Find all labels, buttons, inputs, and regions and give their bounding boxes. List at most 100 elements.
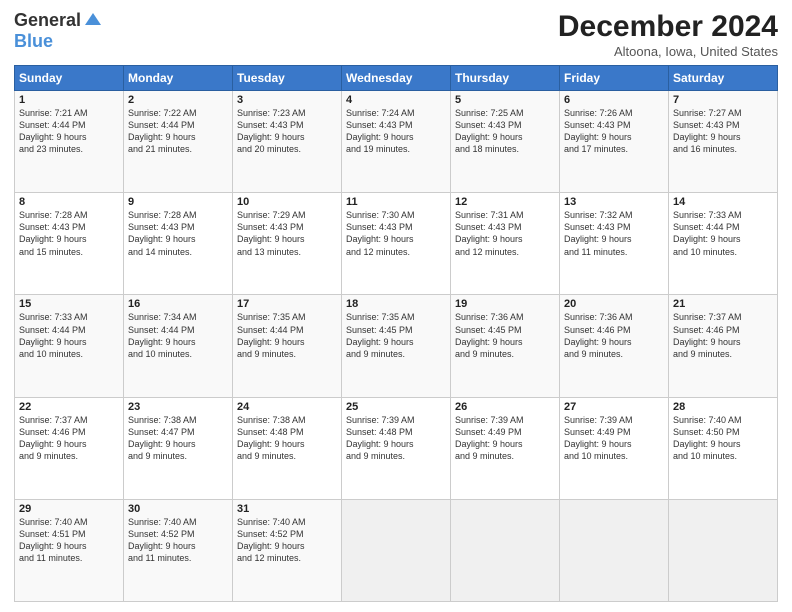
day-number: 13 [564,196,664,208]
logo-icon [83,11,103,31]
day-number: 6 [564,94,664,106]
day-number: 23 [128,401,228,413]
day-number: 24 [237,401,337,413]
day-info: Sunrise: 7:37 AM Sunset: 4:46 PM Dayligh… [19,414,119,463]
day-info: Sunrise: 7:38 AM Sunset: 4:47 PM Dayligh… [128,414,228,463]
day-info: Sunrise: 7:36 AM Sunset: 4:46 PM Dayligh… [564,311,664,360]
day-info: Sunrise: 7:35 AM Sunset: 4:45 PM Dayligh… [346,311,446,360]
day-number: 9 [128,196,228,208]
day-number: 21 [673,298,773,310]
day-number: 4 [346,94,446,106]
calendar-cell: 11Sunrise: 7:30 AM Sunset: 4:43 PM Dayli… [342,193,451,295]
logo-blue-text: Blue [14,31,53,52]
day-info: Sunrise: 7:37 AM Sunset: 4:46 PM Dayligh… [673,311,773,360]
calendar-cell [560,499,669,601]
calendar-cell [669,499,778,601]
day-number: 18 [346,298,446,310]
day-info: Sunrise: 7:40 AM Sunset: 4:50 PM Dayligh… [673,414,773,463]
calendar-cell: 5Sunrise: 7:25 AM Sunset: 4:43 PM Daylig… [451,91,560,193]
day-info: Sunrise: 7:22 AM Sunset: 4:44 PM Dayligh… [128,107,228,156]
calendar-cell: 25Sunrise: 7:39 AM Sunset: 4:48 PM Dayli… [342,397,451,499]
day-info: Sunrise: 7:23 AM Sunset: 4:43 PM Dayligh… [237,107,337,156]
day-info: Sunrise: 7:28 AM Sunset: 4:43 PM Dayligh… [128,209,228,258]
day-header-saturday: Saturday [669,66,778,91]
calendar-cell: 9Sunrise: 7:28 AM Sunset: 4:43 PM Daylig… [124,193,233,295]
day-info: Sunrise: 7:40 AM Sunset: 4:51 PM Dayligh… [19,516,119,565]
calendar-cell: 12Sunrise: 7:31 AM Sunset: 4:43 PM Dayli… [451,193,560,295]
calendar-cell: 20Sunrise: 7:36 AM Sunset: 4:46 PM Dayli… [560,295,669,397]
day-info: Sunrise: 7:38 AM Sunset: 4:48 PM Dayligh… [237,414,337,463]
day-number: 31 [237,503,337,515]
calendar-cell: 22Sunrise: 7:37 AM Sunset: 4:46 PM Dayli… [15,397,124,499]
day-info: Sunrise: 7:33 AM Sunset: 4:44 PM Dayligh… [673,209,773,258]
day-number: 3 [237,94,337,106]
day-number: 15 [19,298,119,310]
day-info: Sunrise: 7:40 AM Sunset: 4:52 PM Dayligh… [128,516,228,565]
day-number: 29 [19,503,119,515]
calendar-cell: 21Sunrise: 7:37 AM Sunset: 4:46 PM Dayli… [669,295,778,397]
day-number: 19 [455,298,555,310]
day-header-thursday: Thursday [451,66,560,91]
day-number: 20 [564,298,664,310]
day-info: Sunrise: 7:39 AM Sunset: 4:49 PM Dayligh… [455,414,555,463]
day-info: Sunrise: 7:36 AM Sunset: 4:45 PM Dayligh… [455,311,555,360]
day-number: 5 [455,94,555,106]
day-header-tuesday: Tuesday [233,66,342,91]
day-info: Sunrise: 7:27 AM Sunset: 4:43 PM Dayligh… [673,107,773,156]
day-number: 1 [19,94,119,106]
day-number: 10 [237,196,337,208]
calendar-cell: 24Sunrise: 7:38 AM Sunset: 4:48 PM Dayli… [233,397,342,499]
day-info: Sunrise: 7:33 AM Sunset: 4:44 PM Dayligh… [19,311,119,360]
calendar-cell: 3Sunrise: 7:23 AM Sunset: 4:43 PM Daylig… [233,91,342,193]
calendar-cell [451,499,560,601]
day-number: 27 [564,401,664,413]
location: Altoona, Iowa, United States [558,44,778,59]
calendar-cell: 27Sunrise: 7:39 AM Sunset: 4:49 PM Dayli… [560,397,669,499]
day-header-friday: Friday [560,66,669,91]
calendar: SundayMondayTuesdayWednesdayThursdayFrid… [14,65,778,602]
day-info: Sunrise: 7:31 AM Sunset: 4:43 PM Dayligh… [455,209,555,258]
day-info: Sunrise: 7:24 AM Sunset: 4:43 PM Dayligh… [346,107,446,156]
calendar-cell: 6Sunrise: 7:26 AM Sunset: 4:43 PM Daylig… [560,91,669,193]
calendar-cell: 18Sunrise: 7:35 AM Sunset: 4:45 PM Dayli… [342,295,451,397]
day-info: Sunrise: 7:21 AM Sunset: 4:44 PM Dayligh… [19,107,119,156]
calendar-cell: 10Sunrise: 7:29 AM Sunset: 4:43 PM Dayli… [233,193,342,295]
day-info: Sunrise: 7:25 AM Sunset: 4:43 PM Dayligh… [455,107,555,156]
day-info: Sunrise: 7:39 AM Sunset: 4:49 PM Dayligh… [564,414,664,463]
day-number: 14 [673,196,773,208]
day-info: Sunrise: 7:39 AM Sunset: 4:48 PM Dayligh… [346,414,446,463]
calendar-cell: 15Sunrise: 7:33 AM Sunset: 4:44 PM Dayli… [15,295,124,397]
calendar-cell: 28Sunrise: 7:40 AM Sunset: 4:50 PM Dayli… [669,397,778,499]
day-number: 2 [128,94,228,106]
calendar-cell: 2Sunrise: 7:22 AM Sunset: 4:44 PM Daylig… [124,91,233,193]
calendar-cell: 26Sunrise: 7:39 AM Sunset: 4:49 PM Dayli… [451,397,560,499]
calendar-cell: 30Sunrise: 7:40 AM Sunset: 4:52 PM Dayli… [124,499,233,601]
calendar-cell: 29Sunrise: 7:40 AM Sunset: 4:51 PM Dayli… [15,499,124,601]
calendar-cell [342,499,451,601]
day-number: 26 [455,401,555,413]
day-info: Sunrise: 7:40 AM Sunset: 4:52 PM Dayligh… [237,516,337,565]
day-number: 11 [346,196,446,208]
month-title: December 2024 [558,10,778,44]
day-number: 16 [128,298,228,310]
day-number: 22 [19,401,119,413]
day-number: 28 [673,401,773,413]
day-number: 17 [237,298,337,310]
calendar-cell: 4Sunrise: 7:24 AM Sunset: 4:43 PM Daylig… [342,91,451,193]
day-number: 25 [346,401,446,413]
day-info: Sunrise: 7:26 AM Sunset: 4:43 PM Dayligh… [564,107,664,156]
calendar-cell: 1Sunrise: 7:21 AM Sunset: 4:44 PM Daylig… [15,91,124,193]
day-header-monday: Monday [124,66,233,91]
calendar-cell: 16Sunrise: 7:34 AM Sunset: 4:44 PM Dayli… [124,295,233,397]
day-number: 30 [128,503,228,515]
calendar-cell: 31Sunrise: 7:40 AM Sunset: 4:52 PM Dayli… [233,499,342,601]
day-info: Sunrise: 7:29 AM Sunset: 4:43 PM Dayligh… [237,209,337,258]
calendar-cell: 13Sunrise: 7:32 AM Sunset: 4:43 PM Dayli… [560,193,669,295]
logo-general-text: General [14,10,81,31]
calendar-cell: 8Sunrise: 7:28 AM Sunset: 4:43 PM Daylig… [15,193,124,295]
calendar-cell: 14Sunrise: 7:33 AM Sunset: 4:44 PM Dayli… [669,193,778,295]
day-info: Sunrise: 7:34 AM Sunset: 4:44 PM Dayligh… [128,311,228,360]
calendar-cell: 7Sunrise: 7:27 AM Sunset: 4:43 PM Daylig… [669,91,778,193]
day-info: Sunrise: 7:35 AM Sunset: 4:44 PM Dayligh… [237,311,337,360]
day-header-wednesday: Wednesday [342,66,451,91]
